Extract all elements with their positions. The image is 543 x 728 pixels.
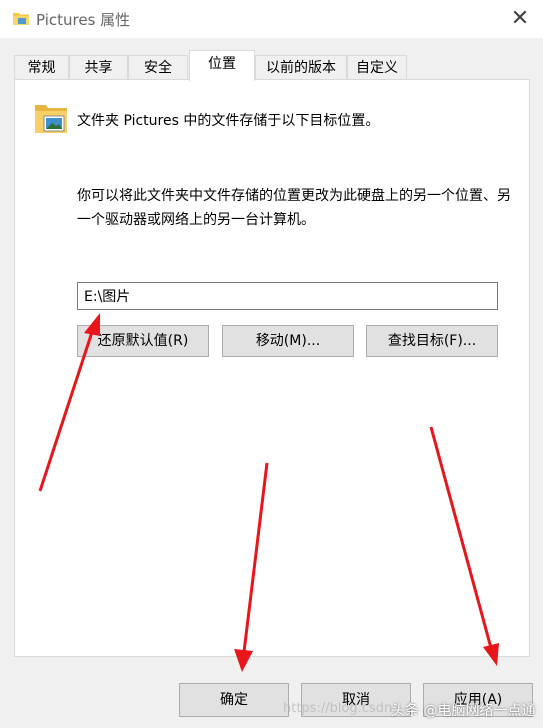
properties-window: Pictures 属性 ✕ 常规 共享 安全 位置 以前的版本 自定义 文件夹 … (0, 0, 543, 728)
restore-default-button[interactable]: 还原默认值(R) (77, 325, 209, 357)
tab-previous-versions[interactable]: 以前的版本 (255, 55, 347, 80)
location-description: 你可以将此文件夹中文件存储的位置更改为此硬盘上的另一个位置、另一个驱动器或网络上… (77, 188, 511, 228)
target-path-input[interactable] (77, 282, 498, 310)
window-title: Pictures 属性 (36, 11, 131, 29)
tab-strip: 常规 共享 安全 位置 以前的版本 自定义 (14, 50, 534, 81)
location-panel (14, 79, 530, 657)
tab-general[interactable]: 常规 (14, 55, 69, 80)
tab-security[interactable]: 安全 (128, 55, 188, 80)
find-target-button[interactable]: 查找目标(F)... (366, 325, 498, 357)
location-info-text: 文件夹 Pictures 中的文件存储于以下目标位置。 (77, 113, 380, 129)
move-button[interactable]: 移动(M)... (222, 325, 354, 357)
folder-pictures-icon (13, 11, 29, 25)
close-icon[interactable]: ✕ (507, 6, 533, 32)
ok-button[interactable]: 确定 (179, 683, 289, 717)
tab-sharing[interactable]: 共享 (69, 55, 128, 80)
tab-location[interactable]: 位置 (189, 50, 255, 81)
toutiao-watermark: 头条 @电脑网络一点通 (391, 703, 536, 719)
folder-pictures-icon (34, 102, 68, 136)
tab-customize[interactable]: 自定义 (347, 55, 407, 80)
csdn-watermark: https://blog.csdn (283, 701, 393, 716)
title-bar: Pictures 属性 ✕ (0, 0, 543, 38)
